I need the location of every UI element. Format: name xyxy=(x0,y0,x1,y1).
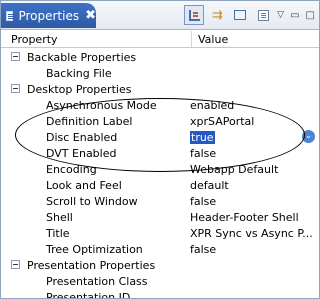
show-categories-button[interactable] xyxy=(184,5,205,25)
property-name: Title xyxy=(46,227,70,240)
property-value-text: xprSAPortal xyxy=(190,115,255,128)
table-row[interactable]: Scroll to Window false xyxy=(1,193,319,209)
column-divider[interactable] xyxy=(191,31,192,47)
property-value-text: Header-Footer Shell xyxy=(190,211,299,224)
property-value-text: Webapp Default xyxy=(190,163,279,176)
table-row[interactable]: Presentation Class xyxy=(1,273,319,289)
property-value-text: false xyxy=(190,195,217,208)
property-value-text: enabled xyxy=(190,99,235,112)
property-name: Presentation Class xyxy=(46,275,148,288)
property-name: Encoding xyxy=(46,163,97,176)
table-row[interactable]: Title XPR Sync vs Async P... xyxy=(1,225,319,241)
collapse-icon[interactable] xyxy=(11,52,20,61)
properties-tab[interactable]: Properties ✖ xyxy=(1,3,96,28)
property-value[interactable]: XPR Sync vs Async P... xyxy=(190,227,313,240)
close-tab-icon[interactable]: ✖ xyxy=(85,9,96,22)
property-value[interactable]: true xyxy=(190,131,215,144)
show-advanced-button[interactable]: ⇉ xyxy=(207,5,227,25)
property-value[interactable]: enabled xyxy=(190,99,234,112)
restore-default-button[interactable] xyxy=(230,5,250,25)
document-icon xyxy=(257,9,269,21)
view-toolbar: ⇉ ▽ ▭ □ xyxy=(181,5,315,25)
property-name: DVT Enabled xyxy=(46,147,117,160)
table-row[interactable]: DVT Enabled false xyxy=(1,145,319,161)
collapse-icon[interactable] xyxy=(11,84,20,93)
property-name: Look and Feel xyxy=(46,179,122,192)
property-name: Disc Enabled xyxy=(46,131,118,144)
property-name: Tree Optimization xyxy=(46,243,143,256)
category-row[interactable]: Backable Properties xyxy=(1,49,319,65)
table-row[interactable]: Backing File xyxy=(1,65,319,81)
property-table: Backable Properties Backing File Desktop P… xyxy=(1,49,319,299)
restore-default-icon xyxy=(234,10,247,20)
category-row[interactable]: Desktop Properties xyxy=(1,81,319,97)
collapse-icon[interactable] xyxy=(11,260,20,269)
property-name: Presentation Properties xyxy=(27,259,156,272)
table-row[interactable]: Disc Enabled true ⌄ xyxy=(1,129,319,145)
property-value[interactable]: false xyxy=(190,147,216,160)
property-name: Definition Label xyxy=(46,115,133,128)
table-row[interactable]: Presentation ID xyxy=(1,289,319,299)
property-value-text: default xyxy=(190,179,229,192)
table-header: Property Value xyxy=(1,31,319,48)
table-row[interactable]: Tree Optimization false xyxy=(1,241,319,257)
property-value[interactable]: xprSAPortal xyxy=(190,115,254,128)
property-value-text: false xyxy=(190,243,217,256)
column-header-value[interactable]: Value xyxy=(198,33,228,46)
table-row[interactable]: Encoding Webapp Default xyxy=(1,161,319,177)
view-properties-button[interactable] xyxy=(253,5,273,25)
property-value-text: true xyxy=(190,131,215,144)
dropdown-icon[interactable]: ⌄ xyxy=(302,130,315,143)
property-value[interactable]: false xyxy=(190,195,216,208)
property-name: Backable Properties xyxy=(27,51,137,64)
table-row[interactable]: Definition Label xprSAPortal xyxy=(1,113,319,129)
property-name: Shell xyxy=(46,211,73,224)
tab-title: Properties xyxy=(18,8,80,23)
property-name: Asynchronous Mode xyxy=(46,99,157,112)
property-name: Backing File xyxy=(46,67,112,80)
table-row[interactable]: Asynchronous Mode enabled xyxy=(1,97,319,113)
property-name: Desktop Properties xyxy=(27,83,132,96)
property-value[interactable]: Header-Footer Shell xyxy=(190,211,299,224)
property-value[interactable]: false xyxy=(190,243,216,256)
column-header-property[interactable]: Property xyxy=(11,33,58,46)
table-row[interactable]: Shell Header-Footer Shell xyxy=(1,209,319,225)
properties-view: Properties ✖ ⇉ ▽ ▭ □ Property Value Back… xyxy=(0,0,320,299)
view-menu-icon[interactable]: ▽ xyxy=(277,10,284,20)
view-header: Properties ✖ ⇉ ▽ ▭ □ xyxy=(1,1,319,30)
maximize-icon[interactable]: □ xyxy=(306,10,315,21)
table-row[interactable]: Look and Feel default xyxy=(1,177,319,193)
property-value[interactable]: default xyxy=(190,179,229,192)
properties-view-icon xyxy=(6,10,17,21)
property-value-text: false xyxy=(190,147,217,160)
property-value-text: XPR Sync vs Async P... xyxy=(190,227,313,240)
category-row[interactable]: Presentation Properties xyxy=(1,257,319,273)
property-value[interactable]: Webapp Default xyxy=(190,163,278,176)
property-name: Scroll to Window xyxy=(46,195,138,208)
categories-icon xyxy=(188,9,200,21)
property-name: Presentation ID xyxy=(46,291,131,299)
filter-advanced-icon: ⇉ xyxy=(211,7,223,23)
minimize-icon[interactable]: ▭ xyxy=(290,10,299,21)
